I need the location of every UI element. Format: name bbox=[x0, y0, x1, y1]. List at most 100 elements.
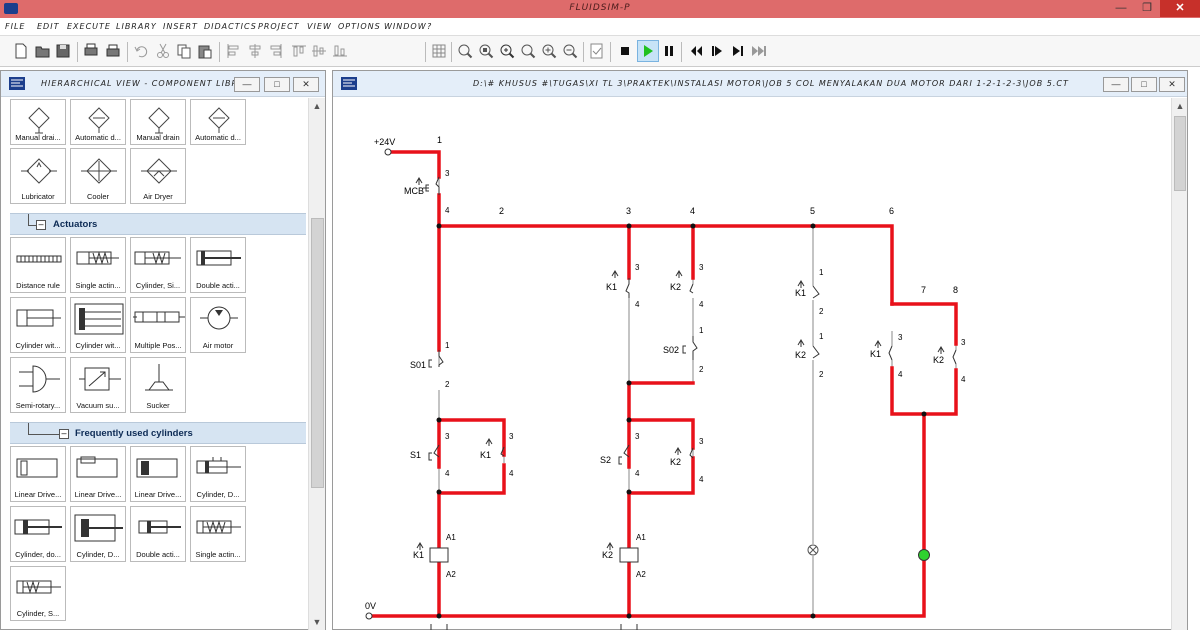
library-close-button[interactable]: ✕ bbox=[293, 77, 319, 92]
menu-didactics[interactable]: DIDACTICS bbox=[204, 22, 257, 31]
align-bottom-icon[interactable] bbox=[331, 42, 349, 60]
library-tile[interactable]: Double acti... bbox=[190, 237, 246, 293]
step-icon[interactable] bbox=[708, 42, 726, 60]
scroll-thumb[interactable] bbox=[1174, 116, 1186, 191]
library-maximize-button[interactable]: □ bbox=[264, 77, 290, 92]
library-tile[interactable]: Linear Drive... bbox=[10, 446, 66, 502]
library-tile[interactable]: Single actin... bbox=[190, 506, 246, 562]
library-tile[interactable]: Linear Drive... bbox=[130, 446, 186, 502]
library-tile[interactable]: Cylinder, do... bbox=[10, 506, 66, 562]
new-icon[interactable] bbox=[12, 42, 30, 60]
library-tile[interactable]: Cylinder wit... bbox=[70, 297, 126, 353]
scroll-thumb[interactable] bbox=[311, 218, 324, 488]
switch-s01[interactable]: S01 1 2 bbox=[410, 341, 450, 389]
play-icon[interactable] bbox=[639, 42, 657, 60]
library-tile[interactable]: Air Dryer bbox=[130, 148, 186, 204]
align-top-icon[interactable] bbox=[290, 42, 308, 60]
switch-s1[interactable]: S1 3 4 bbox=[410, 432, 450, 478]
menu-window[interactable]: WINDOW bbox=[384, 22, 427, 31]
switch-s02[interactable]: S02 1 2 bbox=[663, 326, 704, 374]
print-icon[interactable] bbox=[104, 42, 122, 60]
align-left-icon[interactable] bbox=[224, 42, 242, 60]
library-tile[interactable]: Single actin... bbox=[70, 237, 126, 293]
check-icon[interactable] bbox=[588, 42, 606, 60]
library-tile[interactable]: Cylinder wit... bbox=[10, 297, 66, 353]
scroll-up-icon[interactable]: ▲ bbox=[1172, 98, 1188, 114]
circuit-minimize-button[interactable]: — bbox=[1103, 77, 1129, 92]
save-icon[interactable] bbox=[54, 42, 72, 60]
menu-edit[interactable]: EDIT bbox=[37, 22, 59, 31]
pause-icon[interactable] bbox=[660, 42, 678, 60]
library-tile[interactable]: Automatic d... bbox=[190, 99, 246, 145]
contact-k2-hold[interactable]: K2 3 4 bbox=[670, 437, 704, 484]
circuit-maximize-button[interactable]: □ bbox=[1131, 77, 1157, 92]
menu-project[interactable]: PROJECT bbox=[258, 22, 300, 31]
contact-k1-hold[interactable]: K1 3 4 bbox=[480, 432, 514, 478]
library-tile[interactable]: Automatic d... bbox=[70, 99, 126, 145]
zoom-window-icon[interactable] bbox=[498, 42, 516, 60]
collapse-icon[interactable]: – bbox=[59, 429, 69, 439]
minimize-button[interactable]: — bbox=[1108, 0, 1134, 17]
scroll-down-icon[interactable]: ▼ bbox=[309, 614, 325, 630]
indicator-lamp-off[interactable] bbox=[807, 544, 819, 556]
library-tile[interactable]: Vacuum su... bbox=[70, 357, 126, 413]
relay-coil-k2[interactable]: K2 A1 A2 bbox=[602, 533, 646, 579]
menu-insert[interactable]: INSERT bbox=[163, 22, 198, 31]
switch-s2[interactable]: S2 3 4 bbox=[600, 432, 640, 478]
contact-k1-lamp[interactable]: K1 1 2 bbox=[795, 268, 824, 316]
align-middle-icon[interactable] bbox=[310, 42, 328, 60]
print-preview-icon[interactable] bbox=[82, 42, 100, 60]
terminal-0v[interactable] bbox=[365, 612, 373, 620]
library-tile[interactable]: Lubricator bbox=[10, 148, 66, 204]
library-tile[interactable]: Manual drai... bbox=[10, 99, 66, 145]
circuit-scrollbar[interactable]: ▲ bbox=[1171, 98, 1187, 630]
scroll-up-icon[interactable]: ▲ bbox=[309, 98, 325, 114]
zoom-out-icon[interactable] bbox=[561, 42, 579, 60]
undo-icon[interactable] bbox=[132, 42, 150, 60]
menu-execute[interactable]: EXECUTE bbox=[67, 22, 111, 31]
indicator-lamp-on[interactable] bbox=[918, 549, 930, 561]
library-tile[interactable]: Manual drain bbox=[130, 99, 186, 145]
circuit-close-button[interactable]: ✕ bbox=[1159, 77, 1185, 92]
library-tile[interactable]: Cooler bbox=[70, 148, 126, 204]
library-tile[interactable]: Distance rule bbox=[10, 237, 66, 293]
stop-icon[interactable] bbox=[616, 42, 634, 60]
relay-coil-k1[interactable]: K1 A1 A2 bbox=[413, 533, 456, 579]
category-actuators[interactable]: – Actuators bbox=[10, 213, 306, 235]
library-tile[interactable]: Semi-rotary... bbox=[10, 357, 66, 413]
contact-k1[interactable]: K1 3 4 bbox=[606, 263, 640, 309]
menu-help[interactable]: ? bbox=[427, 22, 432, 31]
open-icon[interactable] bbox=[34, 42, 52, 60]
paste-icon[interactable] bbox=[196, 42, 214, 60]
align-center-icon[interactable] bbox=[246, 42, 264, 60]
library-tile[interactable]: Double acti... bbox=[130, 506, 186, 562]
mcb-breaker[interactable]: MCB 3 4 bbox=[404, 169, 450, 215]
library-scrollbar[interactable]: ▲ ▼ bbox=[308, 98, 325, 630]
reset-icon[interactable] bbox=[687, 42, 705, 60]
close-button[interactable]: ✕ bbox=[1160, 0, 1200, 17]
category-frequently-used-cylinders[interactable]: – Frequently used cylinders bbox=[10, 422, 306, 444]
library-tile[interactable]: Multiple Pos... bbox=[130, 297, 186, 353]
contact-k2-lamp[interactable]: K2 1 2 bbox=[795, 332, 824, 379]
zoom-page-icon[interactable] bbox=[519, 42, 537, 60]
library-tile[interactable]: Cylinder, Si... bbox=[130, 237, 186, 293]
library-tile[interactable]: Air motor bbox=[190, 297, 246, 353]
menu-options[interactable]: OPTIONS bbox=[338, 22, 381, 31]
menu-library[interactable]: LIBRARY bbox=[116, 22, 157, 31]
terminal-24v[interactable] bbox=[384, 148, 392, 156]
contact-k2-col6[interactable]: K2 3 4 bbox=[933, 338, 966, 384]
single-step-icon[interactable] bbox=[729, 42, 747, 60]
zoom-in-icon[interactable] bbox=[540, 42, 558, 60]
until-end-icon[interactable] bbox=[750, 42, 768, 60]
library-tile[interactable]: Cylinder, D... bbox=[190, 446, 246, 502]
menu-view[interactable]: VIEW bbox=[307, 22, 332, 31]
menu-file[interactable]: FILE bbox=[5, 22, 25, 31]
contact-k2[interactable]: K2 3 4 bbox=[670, 263, 704, 309]
collapse-icon[interactable]: – bbox=[36, 220, 46, 230]
library-tile[interactable]: Sucker bbox=[130, 357, 186, 413]
grid-icon[interactable] bbox=[430, 42, 448, 60]
contact-k1-col6[interactable]: K1 3 4 bbox=[870, 333, 903, 379]
library-tile[interactable]: Linear Drive... bbox=[70, 446, 126, 502]
zoom-all-icon[interactable] bbox=[477, 42, 495, 60]
maximize-button[interactable]: ❐ bbox=[1134, 0, 1160, 17]
